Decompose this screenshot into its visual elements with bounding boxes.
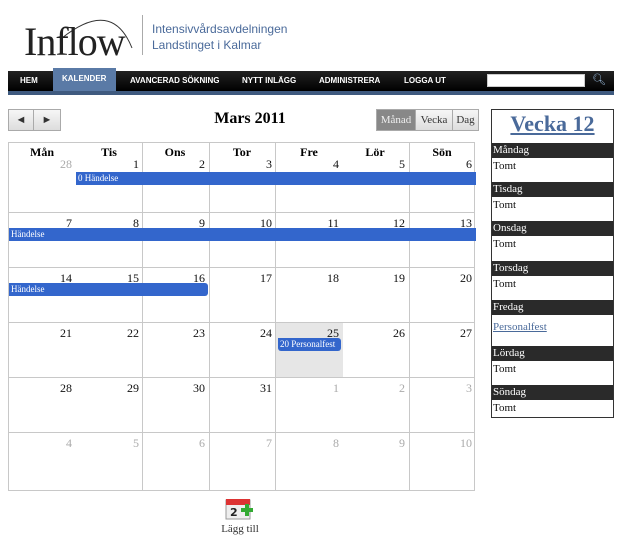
day-number[interactable]: 28 [9,157,72,172]
add-button-label[interactable]: Lägg till [210,523,270,535]
month-grid: Mån Tis Ons Tor Fre Lör Sön 28 1 2 3 4 5 6 7 8 9 10 11 12 13… [8,142,476,491]
logo-text: Inflow [24,19,126,64]
event-bar[interactable]: Händelse [9,228,476,241]
day-number[interactable]: 30 [142,381,205,396]
day-number[interactable]: 2 [142,157,205,172]
day-number[interactable]: 17 [209,271,272,286]
sidebar-day-empty: Tomt [493,238,517,250]
day-number[interactable]: 3 [409,381,472,396]
row-divider [9,267,474,268]
day-number[interactable]: 9 [342,436,405,451]
divider [142,15,143,55]
nav-logga-ut[interactable]: LOGGA UT [404,76,446,85]
day-number[interactable]: 18 [276,271,339,286]
day-number[interactable]: 5 [342,157,405,172]
nav-hem[interactable]: HEM [20,76,38,85]
view-week-button[interactable]: Vecka [415,109,453,131]
search-input[interactable] [487,74,585,87]
sidebar-day-empty: Tomt [493,278,517,290]
event-bar[interactable]: 20 Personalfest [278,338,341,351]
day-number[interactable]: 26 [342,326,405,341]
calendar-add-icon[interactable]: 2 [225,496,253,520]
week-title[interactable]: Vecka 12 [492,110,613,138]
event-bar[interactable]: Händelse [9,283,208,296]
day-number[interactable]: 22 [76,326,139,341]
sidebar-day-header: Torsdag [492,261,613,276]
month-title: Mars 2011 [214,110,286,127]
day-number[interactable]: 4 [276,157,339,172]
org-name: Intensivvårdsavdelningen [152,22,288,36]
row-divider [9,212,474,213]
day-number[interactable]: 6 [409,157,472,172]
view-month-button[interactable]: Månad [376,109,416,131]
day-number[interactable]: 19 [342,271,405,286]
sidebar-day-header: Onsdag [492,221,613,236]
sidebar-day-header: Fredag [492,300,613,315]
sidebar-day-header: Söndag [492,385,613,400]
day-number[interactable]: 2 [342,381,405,396]
day-number[interactable]: 10 [409,436,472,451]
nav-administrera[interactable]: ADMINISTRERA [319,76,380,85]
nav-kalender[interactable]: KALENDER [62,74,106,83]
sidebar-day-empty: Tomt [493,363,517,375]
day-number[interactable]: 24 [209,326,272,341]
sidebar-day-header: Måndag [492,143,613,158]
day-number[interactable]: 6 [142,436,205,451]
nav-nytt-inlagg[interactable]: NYTT INLÄGG [242,76,296,85]
day-number[interactable]: 3 [209,157,272,172]
sidebar-day-empty: Tomt [493,160,517,172]
org-region: Landstinget i Kalmar [152,38,262,52]
day-number[interactable]: 5 [76,436,139,451]
day-number[interactable]: 27 [409,326,472,341]
svg-text:2: 2 [230,506,238,519]
day-number[interactable]: 8 [276,436,339,451]
next-button[interactable]: ► [33,109,61,131]
day-number[interactable]: 21 [9,326,72,341]
sidebar-day-empty: Tomt [493,199,517,211]
day-number[interactable]: 31 [209,381,272,396]
prev-button[interactable]: ◄ [8,109,34,131]
row-divider [9,377,474,378]
day-number[interactable]: 1 [276,381,339,396]
day-number[interactable]: 28 [9,381,72,396]
day-number[interactable]: 20 [409,271,472,286]
week-sidebar: Vecka 12 Måndag Tomt Tisdag Tomt Onsdag Tomt T… [491,109,614,418]
day-number[interactable]: 1 [76,157,139,172]
day-number[interactable]: 7 [209,436,272,451]
row-divider [9,432,474,433]
search-icon[interactable]: 🔍︎ [592,73,606,86]
sidebar-day-header: Lördag [492,346,613,361]
day-number[interactable]: 4 [9,436,72,451]
row-divider [9,322,474,323]
sidebar-event-link[interactable]: Personalfest [493,321,547,333]
nav-avancerad-sokning[interactable]: AVANCERAD SÖKNING [130,76,219,85]
sidebar-day-empty: Tomt [493,402,517,414]
day-number[interactable]: 29 [76,381,139,396]
day-number[interactable]: 23 [142,326,205,341]
view-day-button[interactable]: Dag [452,109,479,131]
sidebar-day-header: Tisdag [492,182,613,197]
event-bar[interactable]: 0 Händelse [76,172,476,185]
